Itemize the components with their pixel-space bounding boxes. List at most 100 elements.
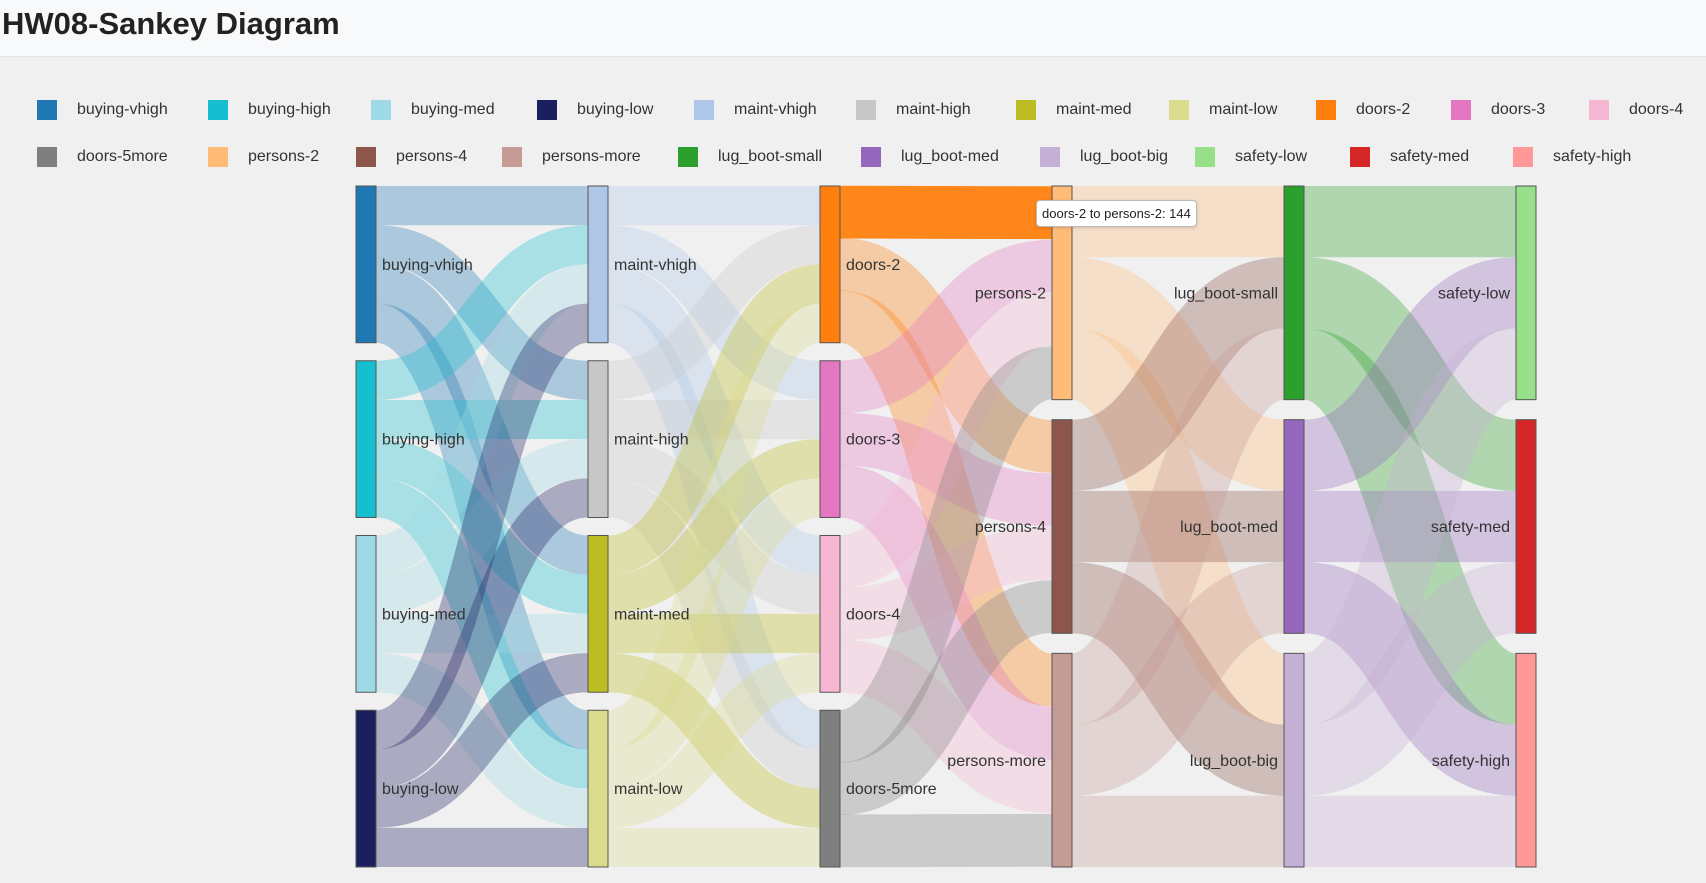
legend-swatch — [37, 100, 57, 120]
node-label-safety-med: safety-med — [1431, 519, 1510, 536]
node-buying-high[interactable] — [355, 360, 377, 518]
link-tooltip: doors-2 to persons-2: 144 — [1036, 200, 1197, 227]
legend: buying-vhigh buying-high buying-med buying-… — [0, 90, 1706, 184]
legend-swatch — [1169, 100, 1189, 120]
node-label-buying-vhigh: buying-vhigh — [382, 257, 473, 274]
node-maint-high[interactable] — [587, 360, 609, 518]
node-lug_boot-small[interactable] — [1283, 185, 1305, 401]
node-label-maint-high: maint-high — [614, 432, 689, 449]
node-doors-3[interactable] — [819, 360, 841, 518]
node-label-persons-2: persons-2 — [975, 285, 1046, 302]
legend-item-buying-vhigh: buying-vhigh — [37, 90, 168, 130]
node-label-doors-2: doors-2 — [846, 257, 900, 274]
legend-item-persons-4: persons-4 — [356, 137, 467, 177]
node-buying-vhigh[interactable] — [355, 185, 377, 344]
node-doors-4[interactable] — [819, 535, 841, 693]
legend-swatch — [1589, 100, 1609, 120]
legend-label: safety-med — [1390, 148, 1470, 165]
legend-label: buying-med — [411, 101, 495, 118]
node-doors-5more[interactable] — [819, 709, 841, 868]
node-label-buying-med: buying-med — [382, 606, 466, 623]
legend-swatch — [694, 100, 714, 120]
legend-item-lug_boot-big: lug_boot-big — [1040, 137, 1168, 177]
legend-label: doors-4 — [1629, 101, 1684, 118]
node-safety-med[interactable] — [1515, 419, 1537, 634]
legend-item-buying-low: buying-low — [537, 90, 653, 130]
legend-item-maint-high: maint-high — [856, 90, 971, 130]
legend-label: persons-more — [542, 148, 641, 165]
legend-label: buying-vhigh — [77, 101, 168, 118]
link-doors-5more-to-persons-more[interactable] — [839, 813, 1053, 868]
node-lug_boot-big[interactable] — [1283, 652, 1305, 868]
legend-swatch — [856, 100, 876, 120]
legend-label: lug_boot-small — [718, 148, 823, 165]
legend-swatch — [371, 100, 391, 120]
link-doors-2-to-persons-2[interactable] — [839, 185, 1053, 240]
node-buying-low[interactable] — [355, 709, 377, 868]
legend-item-persons-2: persons-2 — [208, 137, 319, 177]
legend-swatch — [678, 147, 698, 167]
legend-label: doors-2 — [1356, 101, 1411, 118]
node-maint-vhigh[interactable] — [587, 185, 609, 344]
node-buying-med[interactable] — [355, 535, 377, 693]
node-label-doors-5more: doors-5more — [846, 781, 937, 798]
node-label-maint-low: maint-low — [614, 781, 683, 798]
legend-row: doors-5more persons-2 persons-4 persons-mor… — [0, 137, 1706, 184]
legend-item-buying-high: buying-high — [208, 90, 331, 130]
legend-swatch — [1350, 147, 1370, 167]
legend-item-maint-med: maint-med — [1016, 90, 1132, 130]
legend-swatch — [502, 147, 522, 167]
legend-label: safety-high — [1553, 148, 1632, 165]
legend-item-maint-vhigh: maint-vhigh — [694, 90, 817, 130]
legend-label: maint-med — [1056, 101, 1132, 118]
node-maint-med[interactable] — [587, 535, 609, 693]
legend-swatch — [37, 147, 57, 167]
legend-item-doors-3: doors-3 — [1451, 90, 1545, 130]
node-label-persons-4: persons-4 — [975, 519, 1046, 536]
legend-swatch — [1513, 147, 1533, 167]
legend-row: buying-vhigh buying-high buying-med buying-… — [0, 90, 1706, 137]
node-label-safety-low: safety-low — [1438, 285, 1510, 302]
legend-item-buying-med: buying-med — [371, 90, 495, 130]
node-doors-2[interactable] — [819, 185, 841, 344]
legend-item-safety-high: safety-high — [1513, 137, 1631, 177]
legend-item-maint-low: maint-low — [1169, 90, 1277, 130]
legend-label: buying-high — [248, 101, 331, 118]
legend-swatch — [1316, 100, 1336, 120]
legend-label: maint-low — [1209, 101, 1278, 118]
legend-label: persons-4 — [396, 148, 468, 165]
links — [373, 185, 1521, 868]
legend-item-persons-more: persons-more — [502, 137, 641, 177]
node-label-doors-3: doors-3 — [846, 432, 900, 449]
legend-label: maint-high — [896, 101, 971, 118]
legend-item-safety-low: safety-low — [1195, 137, 1307, 177]
legend-swatch — [208, 147, 228, 167]
node-persons-4[interactable] — [1051, 419, 1073, 634]
legend-label: safety-low — [1235, 148, 1308, 165]
node-label-maint-vhigh: maint-vhigh — [614, 257, 697, 274]
legend-label: doors-3 — [1491, 101, 1546, 118]
legend-item-doors-5more: doors-5more — [37, 137, 168, 177]
node-safety-low[interactable] — [1515, 185, 1537, 401]
legend-label: persons-2 — [248, 148, 320, 165]
node-label-maint-med: maint-med — [614, 606, 690, 623]
legend-label: buying-low — [577, 101, 654, 118]
legend-swatch — [1195, 147, 1215, 167]
legend-swatch — [208, 100, 228, 120]
legend-label: maint-vhigh — [734, 101, 817, 118]
legend-item-lug_boot-small: lug_boot-small — [678, 137, 822, 177]
node-safety-high[interactable] — [1515, 652, 1537, 868]
node-label-buying-high: buying-high — [382, 432, 465, 449]
legend-label: lug_boot-big — [1080, 148, 1169, 165]
node-label-lug_boot-small: lug_boot-small — [1174, 285, 1278, 302]
node-persons-more[interactable] — [1051, 652, 1073, 868]
node-label-persons-more: persons-more — [947, 753, 1046, 770]
node-maint-low[interactable] — [587, 709, 609, 868]
legend-swatch — [1016, 100, 1036, 120]
legend-swatch — [356, 147, 376, 167]
legend-swatch — [1040, 147, 1060, 167]
legend-swatch — [861, 147, 881, 167]
node-label-lug_boot-med: lug_boot-med — [1180, 519, 1278, 536]
legend-label: doors-5more — [77, 148, 168, 165]
node-lug_boot-med[interactable] — [1283, 419, 1305, 634]
